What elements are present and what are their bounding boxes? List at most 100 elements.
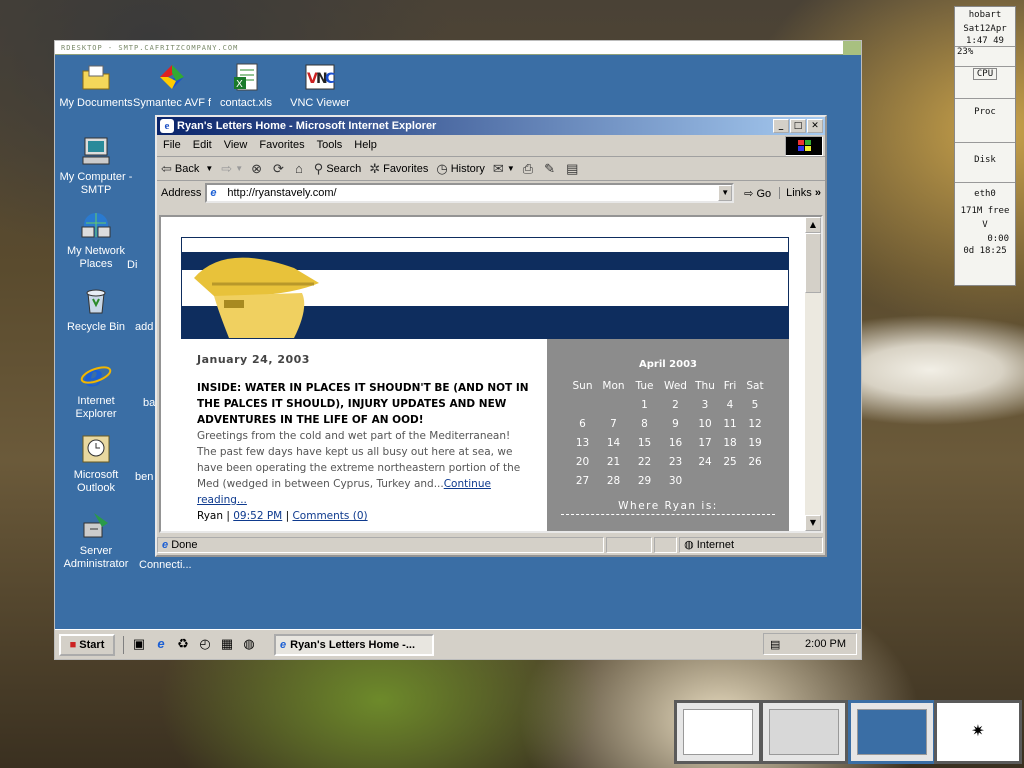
maximize-button[interactable]: □ [790, 119, 806, 133]
workspace-thumbnail-3[interactable] [848, 700, 936, 764]
recycle-bin-icon [80, 285, 112, 317]
calendar-day: 13 [575, 436, 590, 449]
forward-button[interactable]: ⇨ ▼ [221, 161, 243, 177]
stop-button[interactable]: ⊗ [251, 161, 265, 177]
desktop-icon-outlook[interactable]: Microsoft Outlook [57, 433, 135, 495]
icon-label: Recycle Bin [66, 321, 126, 333]
clock: 2:00 PM [805, 638, 846, 650]
refresh-button[interactable]: ⟳ [273, 161, 287, 177]
calendar-day: 5 [751, 398, 759, 411]
calendar-day: 7 [610, 417, 617, 430]
network-tray-icon[interactable]: ▤ [770, 638, 780, 651]
rdp-corner-button[interactable] [843, 41, 861, 55]
officer-portrait-image [194, 257, 319, 338]
calendar-day: 29 [637, 474, 652, 487]
rdp-titlebar[interactable]: RDESKTOP - SMTP.CAFRITZCOMPANY.COM [55, 41, 861, 55]
workspace-thumbnail-2[interactable] [760, 700, 848, 764]
links-button[interactable]: Links » [779, 187, 821, 199]
desktop-icon-contact-xls[interactable]: X contact.xls [207, 61, 285, 110]
history-button[interactable]: ◷ History [436, 161, 485, 177]
icon-label: My Computer - SMTP [59, 171, 133, 196]
calendar-day: 19 [748, 436, 762, 449]
thumbnail-preview [857, 709, 927, 755]
chevron-down-icon: ▼ [205, 164, 214, 173]
taskbar-item-ie[interactable]: e Ryan's Letters Home -... [274, 633, 434, 656]
address-input[interactable]: e http://ryanstavely.com/ ▼ [205, 183, 735, 203]
back-button[interactable]: ⇦ Back ▼ [161, 161, 213, 177]
status-text: Done [171, 539, 198, 551]
star-icon: ✲ [369, 160, 381, 176]
favorites-button[interactable]: ✲ Favorites [369, 161, 428, 177]
scroll-up-button[interactable]: ▲ [805, 217, 821, 233]
zone-cell: ◍ Internet [679, 537, 823, 553]
gkrellm-proc: Proc [955, 98, 1015, 142]
desktop-icon-network-places[interactable]: My Network Places [57, 209, 135, 271]
print-button[interactable]: ⎙ [523, 161, 536, 177]
outlook-quicklaunch-icon[interactable]: ◴ [196, 636, 214, 654]
desktop-icon-recycle-bin[interactable]: Recycle Bin [57, 285, 135, 334]
calendar-day-header: Thu [695, 379, 715, 392]
menu-tools[interactable]: Tools [311, 135, 349, 155]
desktop-icon-my-computer[interactable]: My Computer - SMTP [57, 135, 135, 197]
close-button[interactable]: ✕ [807, 119, 823, 133]
calendar-day: 15 [637, 436, 652, 449]
calendar-day: 23 [668, 455, 683, 468]
menu-file[interactable]: File [157, 135, 187, 155]
calendar-day-header: Wed [664, 379, 687, 392]
minimize-button[interactable]: _ [773, 119, 789, 133]
calendar-day: 12 [748, 417, 762, 430]
show-desktop-icon[interactable]: ▣ [130, 636, 148, 654]
icon-label: Microsoft Outlook [73, 469, 119, 494]
menu-edit[interactable]: Edit [187, 135, 218, 155]
calendar-day: 11 [723, 417, 737, 430]
ie-small-icon: e [280, 638, 287, 651]
desktop-icon-internet-explorer[interactable]: e Internet Explorer [57, 359, 135, 421]
desktop-icon-partial-1[interactable]: Di [127, 259, 157, 272]
ie-window: e Ryan's Letters Home - Microsoft Intern… [155, 115, 827, 557]
menu-view[interactable]: View [218, 135, 254, 155]
workspace-thumbnail-1[interactable] [674, 700, 762, 764]
back-label: Back [174, 162, 200, 175]
gkrellm-load-pct: 23% [957, 47, 974, 57]
scroll-down-button[interactable]: ▼ [805, 515, 821, 531]
desktop-icon-symantec[interactable]: Symantec AVF for... [133, 61, 211, 123]
calendar-day: 28 [606, 474, 621, 487]
address-dropdown-button[interactable]: ▼ [718, 185, 733, 201]
permalink-link[interactable]: 09:52 PM [233, 510, 282, 522]
desktop-icon-server-administrator[interactable]: Server Administrator [57, 509, 135, 571]
refresh-icon: ⟳ [273, 160, 284, 176]
comments-link[interactable]: Comments (0) [292, 510, 367, 522]
scroll-thumb[interactable] [805, 233, 821, 293]
svg-text:C: C [325, 71, 335, 87]
gkrellm-vol: V [982, 220, 988, 230]
calendar-day: 10 [698, 417, 712, 430]
edit-button[interactable]: ✎ [544, 161, 558, 177]
desktop-icon-vnc-viewer[interactable]: VNC VNC Viewer [281, 61, 359, 110]
start-button[interactable]: ■ Start [59, 633, 115, 656]
vertical-scrollbar[interactable]: ▲ ▼ [805, 217, 821, 531]
go-button[interactable]: ⇨ Go [744, 187, 771, 200]
dotted-divider [561, 514, 775, 515]
workspace-thumbnail-4[interactable]: ✷ [934, 700, 1022, 764]
app-quicklaunch-icon[interactable]: ▦ [218, 636, 236, 654]
discuss-button[interactable]: ▤ [566, 161, 581, 177]
calendar-day: 17 [698, 436, 712, 449]
gkrellm-disk-label: Disk [974, 155, 996, 165]
calendar-day: 30 [668, 474, 683, 487]
network-quicklaunch-icon[interactable]: ◍ [240, 636, 258, 654]
calendar-title: April 2003 [639, 359, 697, 370]
search-button[interactable]: ⚲ Search [314, 161, 361, 177]
desktop-icon-my-documents[interactable]: My Documents [57, 61, 135, 110]
menu-help[interactable]: Help [348, 135, 383, 155]
mail-button[interactable]: ✉ ▼ [493, 161, 515, 177]
address-bar: Address e http://ryanstavely.com/ ▼ ⇨ Go… [157, 181, 825, 205]
calendar-week-row: 6 7 8 9 10 11 12 [567, 414, 769, 433]
ie-quicklaunch-icon[interactable]: e [152, 636, 170, 654]
desktop-icon-partial-5[interactable]: Connecti... [139, 559, 209, 572]
discuss-icon: ▤ [566, 160, 579, 176]
gkrellm-net: eth0 [955, 182, 1015, 200]
home-button[interactable]: ⌂ [295, 161, 306, 176]
media-icon[interactable]: ♻ [174, 636, 192, 654]
menu-favorites[interactable]: Favorites [253, 135, 310, 155]
ie-titlebar[interactable]: e Ryan's Letters Home - Microsoft Intern… [157, 117, 825, 135]
